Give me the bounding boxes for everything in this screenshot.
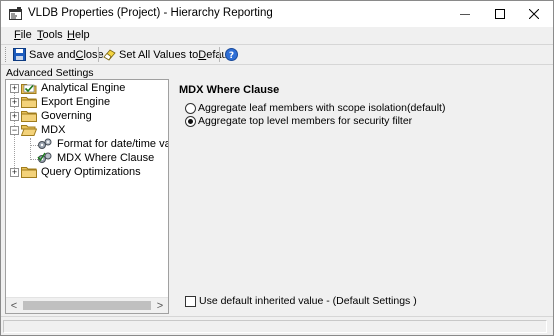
settings-tree: + Analytical Engine + Export Engine + Go… xyxy=(5,79,169,314)
save-icon xyxy=(13,48,26,61)
menu-help[interactable]: Help xyxy=(67,29,90,41)
save-and-close-label-pre: Save and xyxy=(29,48,76,61)
tree-horizontal-scrollbar[interactable]: < > xyxy=(6,297,168,313)
close-icon xyxy=(529,9,539,19)
tree-item-label: Governing xyxy=(41,110,92,122)
menu-help-label: elp xyxy=(74,29,90,41)
help-icon: ? xyxy=(225,48,238,61)
menu-tools-label: ools xyxy=(42,29,63,41)
scrollbar-thumb[interactable] xyxy=(23,301,151,310)
expand-query-optimizations[interactable]: + xyxy=(10,168,19,177)
toolbar: Save and Close Set All Values to Default… xyxy=(1,45,553,64)
folder-icon xyxy=(21,111,37,122)
folder-checked-icon xyxy=(21,84,37,94)
scroll-left-icon[interactable]: < xyxy=(6,299,22,313)
radio-button[interactable] xyxy=(185,102,196,114)
minimize-icon xyxy=(460,14,470,15)
expand-governing[interactable]: + xyxy=(10,112,19,121)
save-and-close-button[interactable]: Save and Close xyxy=(13,46,104,63)
tree-item-export-engine[interactable]: Export Engine xyxy=(21,95,110,109)
tree-item-mdx-where-clause[interactable]: MDX Where Clause xyxy=(37,151,154,165)
tree-item-format-date-time[interactable]: Format for date/time values xyxy=(37,137,168,151)
use-default-inherited-value[interactable]: Use default inherited value - (Default S… xyxy=(185,295,417,307)
tree-item-label: MDX xyxy=(41,124,66,136)
minimize-button[interactable] xyxy=(448,1,482,27)
toolbar-grip[interactable] xyxy=(5,47,7,62)
option-aggregate-leaf-members[interactable]: Aggregate leaf members with scope isolat… xyxy=(185,102,445,114)
scroll-right-icon[interactable]: > xyxy=(152,299,168,313)
toolbar-divider xyxy=(1,64,553,65)
tree-item-governing[interactable]: Governing xyxy=(21,109,92,123)
toolbar-separator xyxy=(219,47,220,62)
folder-icon xyxy=(21,97,37,108)
folder-open-icon xyxy=(21,125,37,136)
window-title: VLDB Properties (Project) - Hierarchy Re… xyxy=(28,7,273,19)
tree-item-label: MDX Where Clause xyxy=(57,152,155,164)
maximize-button[interactable] xyxy=(483,1,517,27)
option-label: Aggregate leaf members with scope isolat… xyxy=(198,102,446,114)
svg-text:?: ? xyxy=(229,51,234,61)
menu-file[interactable]: File xyxy=(14,29,32,41)
maximize-icon xyxy=(495,9,505,19)
tree-item-label: Query Optimizations xyxy=(41,166,141,178)
vldb-properties-window: VLDB Properties (Project) - Hierarchy Re… xyxy=(0,0,554,336)
tree-item-label: Format for date/time values xyxy=(57,138,168,150)
title-bar: VLDB Properties (Project) - Hierarchy Re… xyxy=(1,1,553,27)
status-pane xyxy=(3,320,547,333)
menu-tools[interactable]: Tools xyxy=(37,29,63,41)
tree-item-label: Analytical Engine xyxy=(41,82,126,94)
expand-export-engine[interactable]: + xyxy=(10,98,19,107)
tree-item-analytical-engine[interactable]: Analytical Engine xyxy=(21,81,125,95)
tree-item-mdx[interactable]: MDX xyxy=(21,123,65,137)
gears-checked-icon xyxy=(37,152,52,163)
checkbox-label: Use default inherited value - (Default S… xyxy=(199,295,417,307)
save-and-close-label-post: lose xyxy=(83,48,104,61)
checkbox[interactable] xyxy=(185,295,196,307)
properties-app-icon xyxy=(9,7,22,20)
tree-connector xyxy=(30,138,31,160)
radio-button-selected[interactable] xyxy=(185,115,196,127)
settings-detail-panel: MDX Where Clause Aggregate leaf members … xyxy=(173,79,551,314)
option-aggregate-top-level-members[interactable]: Aggregate top level members for security… xyxy=(185,115,412,127)
collapse-mdx[interactable]: − xyxy=(10,126,19,135)
option-label: Aggregate top level members for security… xyxy=(198,115,413,127)
set-all-values-to-default-button[interactable]: Set All Values to Default xyxy=(103,46,233,63)
close-button[interactable] xyxy=(517,1,551,27)
tree-item-query-optimizations[interactable]: Query Optimizations xyxy=(21,165,141,179)
status-bar xyxy=(1,316,553,335)
eraser-icon xyxy=(103,49,116,61)
gears-icon xyxy=(38,138,52,149)
set-defaults-mnemonic: D xyxy=(198,48,207,61)
expand-analytical-engine[interactable]: + xyxy=(10,84,19,93)
menu-help-mnemonic: H xyxy=(67,29,75,41)
setting-title: MDX Where Clause xyxy=(179,84,280,96)
menu-file-mnemonic: F xyxy=(14,29,21,41)
folder-icon xyxy=(21,167,37,178)
advanced-settings-label: Advanced Settings xyxy=(6,67,94,79)
set-defaults-label-pre: Set All Values to xyxy=(119,48,199,61)
help-button[interactable]: ? xyxy=(225,46,238,63)
save-and-close-mnemonic: C xyxy=(75,48,84,61)
tree-item-label: Export Engine xyxy=(41,96,111,108)
menu-file-label: ile xyxy=(20,29,32,41)
menu-bar: File Tools Help xyxy=(1,27,553,44)
toolbar-separator xyxy=(98,47,99,62)
